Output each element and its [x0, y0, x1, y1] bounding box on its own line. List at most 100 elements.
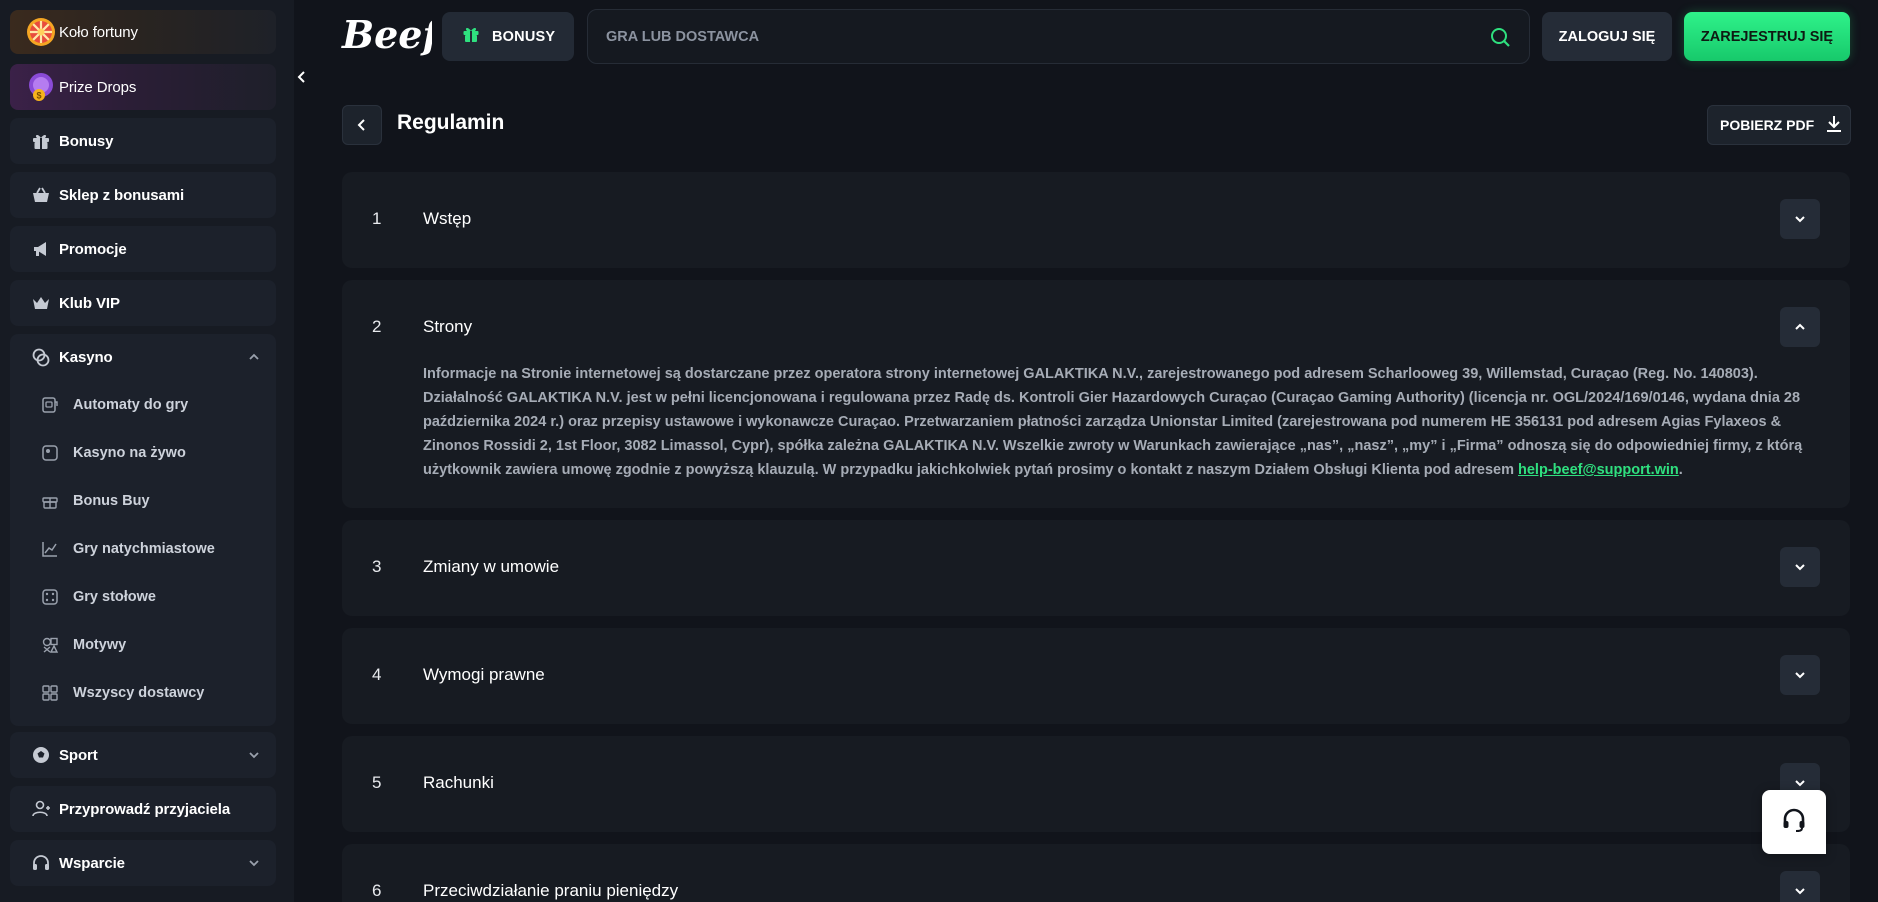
search-icon[interactable]: [1489, 26, 1511, 48]
themes-icon: [40, 635, 60, 655]
casino-chips-icon: [24, 340, 58, 374]
terms-section-2: 2 Strony Informacje na Stronie interneto…: [342, 280, 1850, 508]
sidebar-item-label: Sport: [59, 746, 98, 764]
sidebar-item-sport[interactable]: Sport: [10, 732, 276, 778]
sidebar-subitem-instant-games[interactable]: Gry natychmiastowe: [28, 529, 268, 569]
support-headset-icon: [1780, 806, 1808, 839]
search-input[interactable]: [606, 10, 1466, 63]
crown-icon: [24, 286, 58, 320]
logo-text: Beef: [341, 12, 432, 57]
support-email-link[interactable]: help-beef@support.win: [1518, 462, 1679, 478]
gift-icon: [462, 25, 480, 48]
section-collapse-button[interactable]: [1780, 307, 1820, 347]
add-friend-icon: [24, 792, 58, 826]
search-bar: [587, 9, 1530, 64]
chevron-left-icon: [357, 119, 365, 131]
chevron-up-icon: [244, 347, 264, 367]
sidebar-item-label: Klub VIP: [59, 294, 120, 312]
sidebar-subitem-table-games[interactable]: Gry stołowe: [28, 577, 268, 617]
sidebar-item-label: Przyprowadź przyjaciela: [59, 800, 231, 818]
section-expand-button[interactable]: [1780, 547, 1820, 587]
terms-section-5: 5 Rachunki: [342, 736, 1850, 832]
section-title[interactable]: Przeciwdziałanie praniu pieniędzy: [423, 881, 678, 901]
section-title[interactable]: Wstęp: [423, 209, 471, 229]
section-title[interactable]: Zmiany w umowie: [423, 557, 559, 577]
sidebar-item-label: Prize Drops: [59, 78, 137, 96]
sidebar-item-label: Kasyno: [59, 348, 113, 366]
sidebar-item-wheel-of-fortune[interactable]: Koło fortuny: [10, 10, 276, 54]
sidebar-item-label: Bonusy: [59, 132, 114, 150]
download-icon: [1824, 114, 1844, 137]
sidebar-item-vip-club[interactable]: Klub VIP: [10, 280, 276, 326]
chevron-down-icon: [244, 853, 264, 873]
instant-games-icon: [40, 539, 60, 559]
sidebar-item-label: Sklep z bonusami: [59, 186, 185, 204]
sidebar-item-casino[interactable]: Kasyno: [10, 334, 276, 380]
prize-coin-icon: $: [24, 70, 58, 104]
section-number: 1: [372, 209, 382, 228]
sidebar-subitem-label: Automaty do gry: [73, 397, 189, 413]
sidebar-subitem-label: Motywy: [73, 637, 127, 653]
sidebar-item-label: Promocje: [59, 240, 127, 258]
ball-icon: [24, 738, 58, 772]
sidebar-item-promotions[interactable]: Promocje: [10, 226, 276, 272]
beef-logo[interactable]: Beef: [340, 12, 444, 58]
page-title: Regulamin: [397, 111, 505, 134]
sidebar-subitem-label: Wszyscy dostawcy: [73, 685, 205, 701]
sidebar-subitem-providers[interactable]: Wszyscy dostawcy: [28, 673, 268, 713]
section-number: 2: [372, 317, 382, 336]
terms-section-1: 1 Wstęp: [342, 172, 1850, 268]
live-casino-icon: [40, 443, 60, 463]
shop-basket-icon: [24, 178, 58, 212]
svg-text:$: $: [36, 91, 41, 101]
terms-section-3: 3 Zmiany w umowie: [342, 520, 1850, 616]
headset-icon: [24, 846, 58, 880]
section-expand-button[interactable]: [1780, 655, 1820, 695]
bonus-buy-icon: [40, 491, 60, 511]
chevron-down-icon: [1795, 672, 1805, 679]
login-button[interactable]: ZALOGUJ SIĘ: [1542, 12, 1672, 61]
sidebar-subitem-label: Gry natychmiastowe: [73, 541, 215, 557]
support-chat-button[interactable]: [1762, 790, 1826, 854]
section-body: Informacje na Stronie internetowej są do…: [423, 362, 1823, 482]
section-number: 3: [372, 557, 382, 576]
register-button[interactable]: ZAREJESTRUJ SIĘ: [1684, 12, 1850, 61]
providers-grid-icon: [40, 683, 60, 703]
section-expand-button[interactable]: [1780, 871, 1820, 902]
section-expand-button[interactable]: [1780, 199, 1820, 239]
sidebar-subitem-themes[interactable]: Motywy: [28, 625, 268, 665]
sidebar-subitem-bonus-buy[interactable]: Bonus Buy: [28, 481, 268, 521]
sidebar-subitem-label: Bonus Buy: [73, 493, 150, 509]
chevron-down-icon: [1795, 564, 1805, 571]
terms-section-6: 6 Przeciwdziałanie praniu pieniędzy: [342, 844, 1850, 902]
sidebar-item-prize-drops[interactable]: $ Prize Drops: [10, 64, 276, 110]
chevron-down-icon: [1795, 888, 1805, 895]
sidebar-subitem-live-casino[interactable]: Kasyno na żywo: [28, 433, 268, 473]
sidebar: Koło fortuny $ Prize Drops Bonusy Sklep …: [0, 0, 294, 902]
section-title[interactable]: Wymogi prawne: [423, 665, 545, 685]
section-number: 4: [372, 665, 382, 684]
bonus-button[interactable]: BONUSY: [442, 12, 574, 61]
slot-machine-icon: [40, 395, 60, 415]
sidebar-collapse-button[interactable]: [290, 62, 314, 92]
chevron-down-icon: [244, 745, 264, 765]
chevron-up-icon: [1795, 323, 1805, 330]
sidebar-subitem-label: Gry stołowe: [73, 589, 156, 605]
megaphone-icon: [24, 232, 58, 266]
section-title[interactable]: Strony: [423, 317, 472, 337]
sidebar-subitem-slots[interactable]: Automaty do gry: [28, 385, 268, 425]
download-pdf-button[interactable]: POBIERZ PDF: [1707, 105, 1851, 145]
sidebar-item-bonusy[interactable]: Bonusy: [10, 118, 276, 164]
bonus-button-label: BONUSY: [492, 28, 556, 45]
sidebar-item-refer-friend[interactable]: Przyprowadź przyjaciela: [10, 786, 276, 832]
back-button[interactable]: [342, 105, 382, 145]
sidebar-item-label: Koło fortuny: [59, 23, 138, 41]
gift-icon: [24, 124, 58, 158]
sidebar-subitem-label: Kasyno na żywo: [73, 445, 186, 461]
sidebar-item-shop[interactable]: Sklep z bonusami: [10, 172, 276, 218]
section-title[interactable]: Rachunki: [423, 773, 494, 793]
chevron-down-icon: [1795, 780, 1805, 787]
sidebar-item-support[interactable]: Wsparcie: [10, 840, 276, 886]
download-pdf-label: POBIERZ PDF: [1720, 117, 1815, 133]
section-body-end: .: [1678, 462, 1683, 478]
